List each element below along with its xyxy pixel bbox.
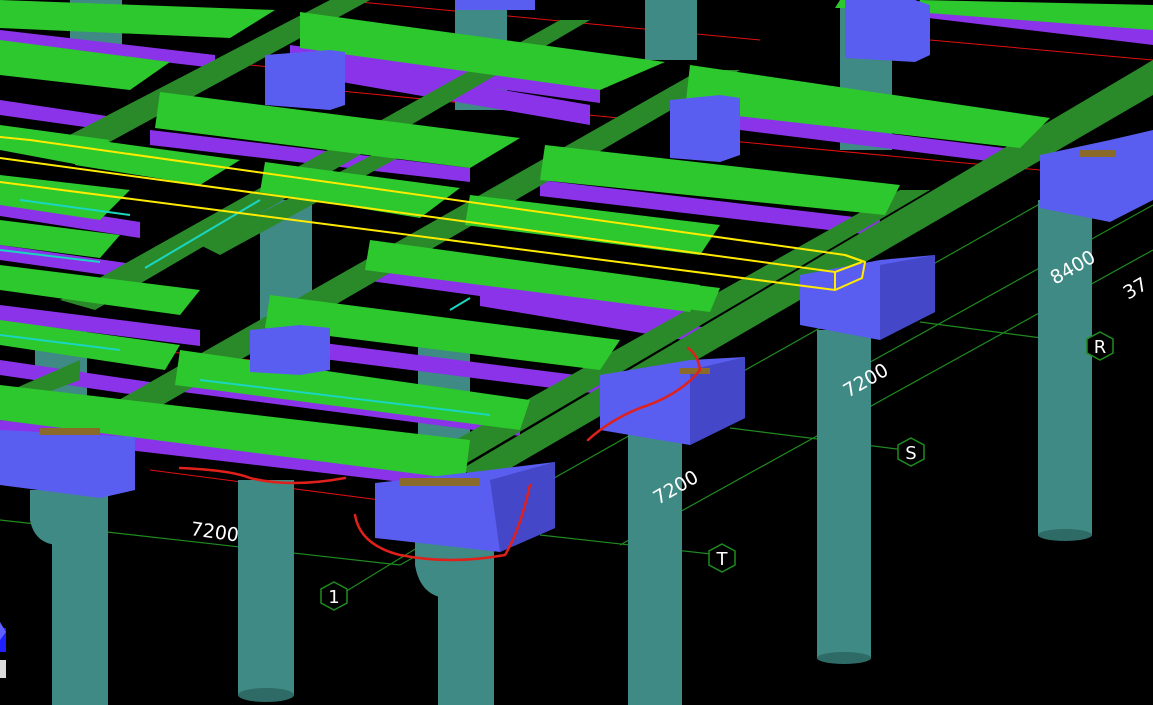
3d-model-viewport[interactable]: 7200 7200 7200 8400 37 1 T S R: [0, 0, 1153, 705]
column: [238, 480, 294, 695]
column: [438, 540, 494, 705]
column: [628, 430, 682, 705]
grid-label: R: [1094, 337, 1107, 358]
pile-cap: [455, 0, 535, 10]
grid-bubble-S[interactable]: S: [897, 437, 925, 467]
pile-cap: [0, 428, 135, 498]
grid-bubble-T[interactable]: T: [708, 543, 736, 573]
pile-cap: [670, 95, 740, 162]
axis-triad-icon[interactable]: [0, 622, 6, 678]
grid-bubble-1[interactable]: 1: [320, 581, 348, 611]
grid-label: 1: [328, 587, 339, 608]
pile-cap: [845, 0, 930, 62]
pile-cap: [265, 50, 345, 110]
pile-cap: [250, 325, 330, 375]
grid-label: S: [905, 443, 916, 464]
column: [645, 0, 697, 60]
grid-label: T: [716, 549, 729, 570]
grid-bubble-R[interactable]: R: [1086, 331, 1114, 361]
column: [52, 480, 108, 705]
